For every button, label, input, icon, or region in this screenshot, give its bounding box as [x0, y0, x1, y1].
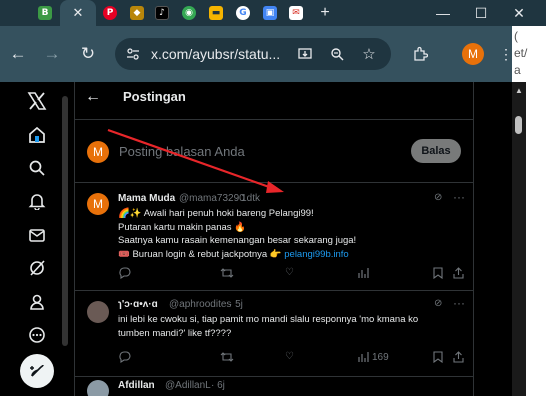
- grok-explain-icon[interactable]: ⊘: [434, 192, 442, 203]
- close-window-button[interactable]: ✕: [500, 0, 538, 26]
- like-heart-icon[interactable]: ♡: [285, 267, 294, 278]
- tweet-time[interactable]: · 6j: [211, 380, 225, 391]
- maximize-button[interactable]: ☐: [462, 0, 500, 26]
- address-bar[interactable]: x.com/ayubsr/statu... ☆: [115, 38, 391, 70]
- share-icon[interactable]: [453, 351, 464, 363]
- avatar[interactable]: M: [87, 193, 109, 215]
- active-tab-x[interactable]: ✕: [60, 0, 96, 26]
- bookmark-icon[interactable]: [433, 351, 443, 363]
- avatar[interactable]: [87, 301, 109, 323]
- site-info-icon[interactable]: [123, 44, 143, 64]
- x-logo-icon[interactable]: [24, 88, 50, 114]
- share-icon[interactable]: [453, 267, 464, 279]
- repost-icon[interactable]: [220, 351, 234, 363]
- extensions-icon[interactable]: [408, 42, 432, 66]
- nav-scrollbar[interactable]: [62, 96, 68, 346]
- page-scrollbar[interactable]: ▲: [512, 82, 526, 396]
- tweet-text: 🌈✨ Awali hari penuh hoki bareng Pelangi9…: [118, 208, 357, 260]
- left-nav: [0, 82, 72, 396]
- search-icon[interactable]: [24, 155, 50, 181]
- back-icon[interactable]: ←: [6, 42, 30, 66]
- tweet-handle[interactable]: @AdillanL: [165, 380, 211, 391]
- tweet-author-name[interactable]: Afdillan: [118, 380, 155, 391]
- reply-icon[interactable]: [118, 351, 131, 363]
- views-icon[interactable]: [357, 267, 369, 279]
- tweet-link[interactable]: pelangi99b.info: [284, 249, 348, 260]
- reply-composer: M Posting balasan Anda Balas: [75, 121, 473, 183]
- grok-explain-icon[interactable]: ⊘: [434, 298, 442, 309]
- tiktok-icon: ♪: [155, 6, 169, 20]
- forward-icon[interactable]: →: [40, 42, 64, 66]
- tab-store[interactable]: ▣: [259, 3, 281, 23]
- profile-person-icon[interactable]: [24, 289, 50, 315]
- tweet-author-name[interactable]: ɿ'ɔ·ɑ•ʌ·ɑ: [118, 299, 158, 310]
- x-page: ← Postingan M Posting balasan Anda Balas…: [0, 82, 512, 396]
- tweet[interactable]: Afdillan @AdillanL · 6j: [75, 377, 473, 396]
- pinterest-icon: P: [103, 6, 117, 20]
- tweet[interactable]: ɿ'ɔ·ɑ•ʌ·ɑ @aphroodites · 5j ⊘ ··· ini le…: [75, 291, 473, 377]
- install-app-icon[interactable]: [295, 44, 315, 64]
- store-icon: ▣: [263, 6, 277, 20]
- profile-avatar[interactable]: M: [462, 43, 484, 65]
- tab-pinterest[interactable]: P: [99, 3, 121, 23]
- reply-button[interactable]: Balas: [411, 139, 461, 163]
- previous-post-actions: [75, 112, 473, 120]
- bookmark-icon[interactable]: [433, 267, 443, 279]
- scroll-up-arrow-icon[interactable]: ▲: [515, 86, 523, 95]
- avatar: M: [87, 141, 109, 163]
- messages-envelope-icon[interactable]: [24, 222, 50, 248]
- tweet-handle[interactable]: @aphroodites: [169, 299, 231, 310]
- browser-toolbar: ← → ↻ x.com/ayubsr/statu... ☆ M ⋮: [0, 26, 546, 82]
- page-title: Postingan: [123, 89, 186, 104]
- google-icon: G: [236, 6, 250, 20]
- repost-icon[interactable]: [220, 267, 234, 279]
- reply-icon[interactable]: [118, 267, 131, 279]
- zoom-icon[interactable]: [327, 44, 347, 64]
- more-options-icon[interactable]: ···: [453, 296, 465, 310]
- tab-gmail[interactable]: ✉: [285, 3, 307, 23]
- avatar[interactable]: [87, 380, 109, 396]
- tweet-time[interactable]: · 1dtk: [235, 193, 260, 204]
- gmail-icon: ✉: [289, 6, 303, 20]
- post-column: ← Postingan M Posting balasan Anda Balas…: [74, 82, 474, 396]
- new-tab-button[interactable]: +: [314, 3, 336, 23]
- compose-post-button[interactable]: [20, 354, 54, 388]
- close-icon[interactable]: ✕: [73, 5, 84, 21]
- scroll-thumb[interactable]: [515, 116, 522, 134]
- more-options-icon[interactable]: ···: [453, 190, 465, 204]
- bookmark-star-icon[interactable]: ☆: [359, 44, 379, 64]
- home-icon[interactable]: [24, 122, 50, 148]
- notifications-bell-icon[interactable]: [24, 188, 50, 214]
- more-circle-icon[interactable]: [24, 322, 50, 348]
- maps-pin-icon: ◉: [182, 6, 196, 20]
- tab-maps[interactable]: ◉: [178, 3, 200, 23]
- adjacent-window-text: ( et/ a: [514, 29, 528, 77]
- reload-icon[interactable]: ↻: [76, 42, 100, 66]
- tweet-text: ini lebi ke cwoku si, tiap pamit mo mand…: [118, 314, 419, 339]
- tab-folder[interactable]: ▬: [205, 3, 227, 23]
- emblem-icon: ◆: [130, 6, 144, 20]
- like-heart-icon[interactable]: ♡: [285, 351, 294, 362]
- tab-tiktok[interactable]: ♪: [151, 3, 173, 23]
- url-text[interactable]: x.com/ayubsr/statu...: [151, 46, 280, 62]
- tweet[interactable]: M Mama Muda @mama73290 · 1dtk ⊘ ··· 🌈✨ A…: [75, 183, 473, 291]
- folder-icon: ▬: [209, 6, 223, 20]
- tab-b[interactable]: B: [34, 3, 56, 23]
- minimize-button[interactable]: —: [424, 0, 462, 26]
- tweet-author-name[interactable]: Mama Muda: [118, 193, 175, 204]
- grok-icon[interactable]: [24, 255, 50, 281]
- views-count[interactable]: 169: [357, 351, 389, 363]
- reply-input[interactable]: Posting balasan Anda: [119, 144, 245, 159]
- back-arrow-icon[interactable]: ←: [85, 88, 101, 106]
- tab-b-favicon: B: [38, 6, 52, 20]
- browser-tab-strip: B ✕ P ◆ ♪ ◉ ▬ G ▣ ✉ + — ☐ ✕: [0, 0, 546, 26]
- tweet-time[interactable]: · 5j: [229, 299, 243, 310]
- column-header: ← Postingan: [75, 82, 473, 112]
- tab-emblem[interactable]: ◆: [126, 3, 148, 23]
- tab-google[interactable]: G: [232, 3, 254, 23]
